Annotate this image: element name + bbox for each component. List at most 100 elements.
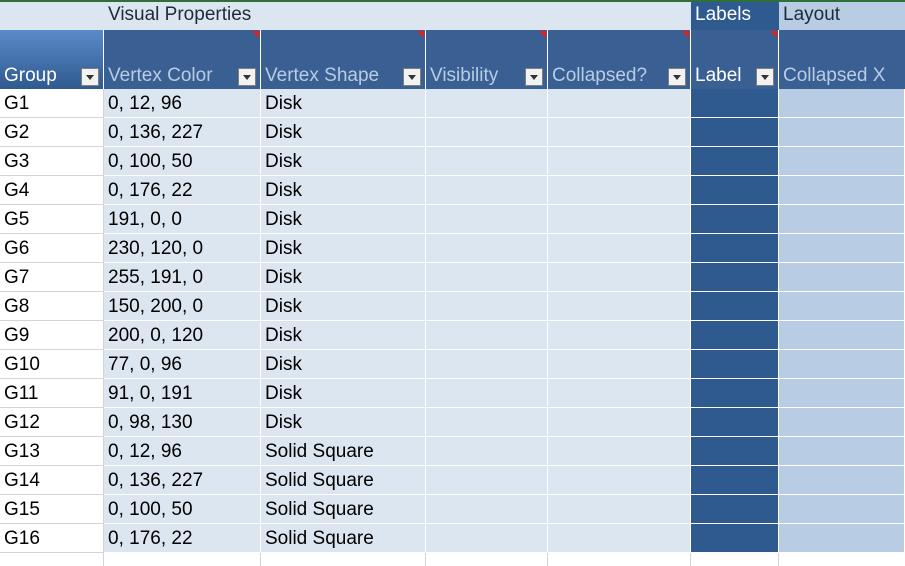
visibility-cell[interactable] (426, 118, 548, 147)
collapsed-cell[interactable] (548, 408, 691, 437)
visibility-cell[interactable] (426, 292, 548, 321)
visibility-cell[interactable] (426, 89, 548, 118)
group-header-labels[interactable]: Labels (691, 0, 779, 30)
vertex-shape-cell[interactable]: Solid Square (261, 495, 426, 524)
vertex-color-cell[interactable]: 0, 136, 227 (104, 466, 261, 495)
collapsed-x-cell[interactable] (779, 89, 905, 118)
vertex-shape-cell[interactable]: Disk (261, 118, 426, 147)
vertex-color-cell[interactable]: 230, 120, 0 (104, 234, 261, 263)
collapsed-x-cell[interactable] (779, 205, 905, 234)
collapsed-x-cell[interactable] (779, 408, 905, 437)
collapsed-x-cell[interactable] (779, 234, 905, 263)
group-cell[interactable]: G6 (0, 234, 104, 263)
vertex-color-cell[interactable]: 77, 0, 96 (104, 350, 261, 379)
column-header-visibility[interactable]: Visibility (426, 30, 548, 89)
vertex-shape-cell[interactable]: Disk (261, 379, 426, 408)
group-header-visual-properties[interactable]: Visual Properties (104, 0, 691, 30)
vertex-shape-cell[interactable]: Solid Square (261, 466, 426, 495)
group-cell[interactable]: G13 (0, 437, 104, 466)
vertex-color-cell[interactable]: 0, 176, 22 (104, 176, 261, 205)
vertex-color-cell[interactable]: 0, 12, 96 (104, 89, 261, 118)
visibility-cell[interactable] (426, 205, 548, 234)
collapsed-x-cell[interactable] (779, 292, 905, 321)
vertex-color-cell[interactable]: 91, 0, 191 (104, 379, 261, 408)
label-cell[interactable] (691, 89, 779, 118)
collapsed-x-cell[interactable] (779, 524, 905, 553)
group-cell[interactable]: G1 (0, 89, 104, 118)
vertex-color-cell[interactable]: 0, 136, 227 (104, 118, 261, 147)
label-cell[interactable] (691, 263, 779, 292)
label-cell[interactable] (691, 234, 779, 263)
vertex-shape-cell[interactable]: Disk (261, 408, 426, 437)
column-header-collapsed-x[interactable]: Collapsed X (779, 30, 905, 89)
vertex-color-cell[interactable]: 0, 12, 96 (104, 437, 261, 466)
filter-dropdown-icon[interactable] (238, 68, 256, 86)
collapsed-cell[interactable] (548, 89, 691, 118)
collapsed-cell[interactable] (548, 234, 691, 263)
collapsed-cell[interactable] (548, 495, 691, 524)
group-cell[interactable]: G2 (0, 118, 104, 147)
collapsed-x-cell[interactable] (779, 379, 905, 408)
filter-dropdown-icon[interactable] (668, 68, 686, 86)
group-cell[interactable]: G12 (0, 408, 104, 437)
collapsed-cell[interactable] (548, 292, 691, 321)
vertex-shape-cell[interactable]: Disk (261, 89, 426, 118)
collapsed-cell[interactable] (548, 379, 691, 408)
collapsed-cell[interactable] (548, 466, 691, 495)
vertex-color-cell[interactable]: 200, 0, 120 (104, 321, 261, 350)
vertex-shape-cell[interactable]: Disk (261, 292, 426, 321)
filter-dropdown-icon[interactable] (403, 68, 421, 86)
vertex-shape-cell[interactable]: Disk (261, 350, 426, 379)
group-cell[interactable]: G16 (0, 524, 104, 553)
visibility-cell[interactable] (426, 321, 548, 350)
visibility-cell[interactable] (426, 495, 548, 524)
collapsed-x-cell[interactable] (779, 147, 905, 176)
collapsed-cell[interactable] (548, 524, 691, 553)
label-cell[interactable] (691, 524, 779, 553)
group-cell[interactable]: G4 (0, 176, 104, 205)
vertex-shape-cell[interactable]: Disk (261, 147, 426, 176)
empty-cell[interactable] (0, 553, 104, 566)
label-cell[interactable] (691, 466, 779, 495)
vertex-shape-cell[interactable]: Disk (261, 205, 426, 234)
empty-cell[interactable] (426, 553, 548, 566)
vertex-shape-cell[interactable]: Disk (261, 321, 426, 350)
group-cell[interactable]: G15 (0, 495, 104, 524)
vertex-shape-cell[interactable]: Solid Square (261, 524, 426, 553)
label-cell[interactable] (691, 147, 779, 176)
collapsed-x-cell[interactable] (779, 350, 905, 379)
label-cell[interactable] (691, 408, 779, 437)
column-header-collapsed[interactable]: Collapsed? (548, 30, 691, 89)
vertex-color-cell[interactable]: 0, 100, 50 (104, 495, 261, 524)
collapsed-x-cell[interactable] (779, 437, 905, 466)
visibility-cell[interactable] (426, 234, 548, 263)
visibility-cell[interactable] (426, 466, 548, 495)
vertex-color-cell[interactable]: 255, 191, 0 (104, 263, 261, 292)
collapsed-cell[interactable] (548, 437, 691, 466)
vertex-color-cell[interactable]: 191, 0, 0 (104, 205, 261, 234)
vertex-color-cell[interactable]: 0, 100, 50 (104, 147, 261, 176)
column-header-label[interactable]: Label (691, 30, 779, 89)
filter-dropdown-icon[interactable] (525, 68, 543, 86)
label-cell[interactable] (691, 176, 779, 205)
label-cell[interactable] (691, 350, 779, 379)
label-cell[interactable] (691, 321, 779, 350)
collapsed-x-cell[interactable] (779, 118, 905, 147)
visibility-cell[interactable] (426, 379, 548, 408)
visibility-cell[interactable] (426, 437, 548, 466)
group-cell[interactable]: G7 (0, 263, 104, 292)
label-cell[interactable] (691, 379, 779, 408)
collapsed-cell[interactable] (548, 263, 691, 292)
collapsed-cell[interactable] (548, 350, 691, 379)
group-cell[interactable]: G5 (0, 205, 104, 234)
collapsed-x-cell[interactable] (779, 263, 905, 292)
filter-dropdown-icon[interactable] (81, 68, 99, 86)
collapsed-cell[interactable] (548, 118, 691, 147)
collapsed-cell[interactable] (548, 321, 691, 350)
visibility-cell[interactable] (426, 524, 548, 553)
group-header-layout[interactable]: Layout (779, 0, 905, 30)
vertex-shape-cell[interactable]: Disk (261, 176, 426, 205)
visibility-cell[interactable] (426, 263, 548, 292)
label-cell[interactable] (691, 437, 779, 466)
collapsed-x-cell[interactable] (779, 495, 905, 524)
